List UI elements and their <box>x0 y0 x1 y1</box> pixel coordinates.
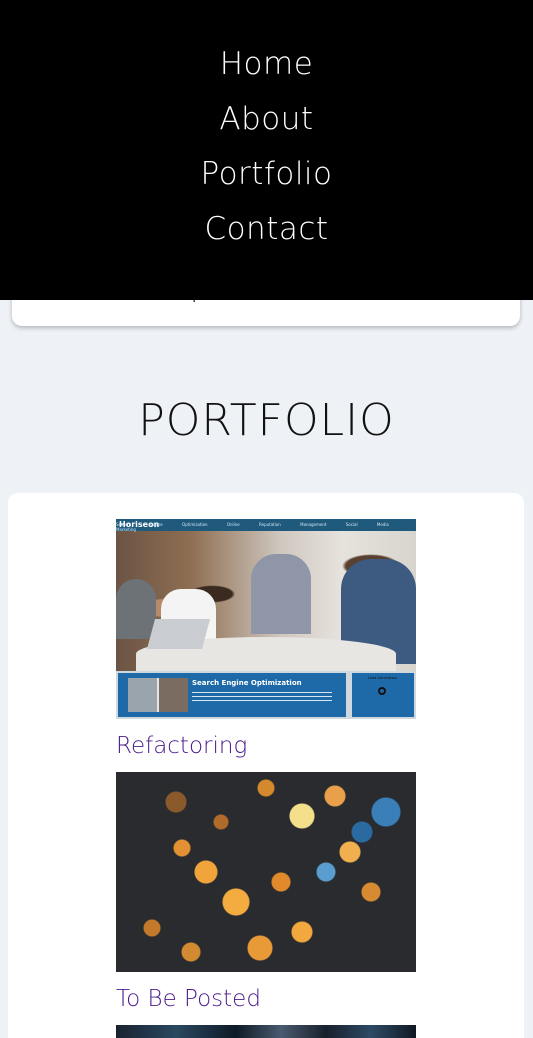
photo-figure <box>116 579 156 639</box>
portfolio-card: Horiseon Search Engine Optimization Onli… <box>8 493 524 1038</box>
project-thumbnail-bokeh[interactable] <box>116 772 416 972</box>
nav-item-contact: Contact <box>0 202 533 257</box>
project-title-refactoring[interactable]: Refactoring <box>116 733 416 759</box>
key-icon <box>378 687 386 695</box>
photo-laptop <box>146 619 211 649</box>
nav-item-about: About <box>0 92 533 147</box>
nav-overlay: Home About Portfolio Contact <box>0 0 533 300</box>
nav-list: Home About Portfolio Contact <box>0 37 533 257</box>
portfolio-title: PORTFOLIO <box>138 395 395 446</box>
thumb-heading: Search Engine Optimization <box>192 679 302 687</box>
thumb-side-title: Lead Generation <box>368 676 398 680</box>
thumb-nav: Search Engine Optimization Online Reputa… <box>116 522 389 532</box>
project-thumbnail-refactoring[interactable]: Horiseon Search Engine Optimization Onli… <box>116 519 416 719</box>
thumb-images <box>128 678 188 712</box>
project-item-to-be-posted: To Be Posted <box>116 772 416 1012</box>
project-item-refactoring: Horiseon Search Engine Optimization Onli… <box>116 519 416 759</box>
nav-item-portfolio: Portfolio <box>0 147 533 202</box>
nav-link-portfolio[interactable]: Portfolio <box>200 156 332 192</box>
nav-item-home: Home <box>0 37 533 92</box>
project-title-to-be-posted[interactable]: To Be Posted <box>116 986 416 1012</box>
nav-link-about[interactable]: About <box>219 101 313 137</box>
project-thumbnail-third[interactable] <box>116 1025 416 1038</box>
nav-link-home[interactable]: Home <box>220 46 314 82</box>
nav-link-contact[interactable]: Contact <box>204 211 328 247</box>
thumb-body-lines <box>192 692 332 704</box>
photo-figure <box>251 554 311 634</box>
